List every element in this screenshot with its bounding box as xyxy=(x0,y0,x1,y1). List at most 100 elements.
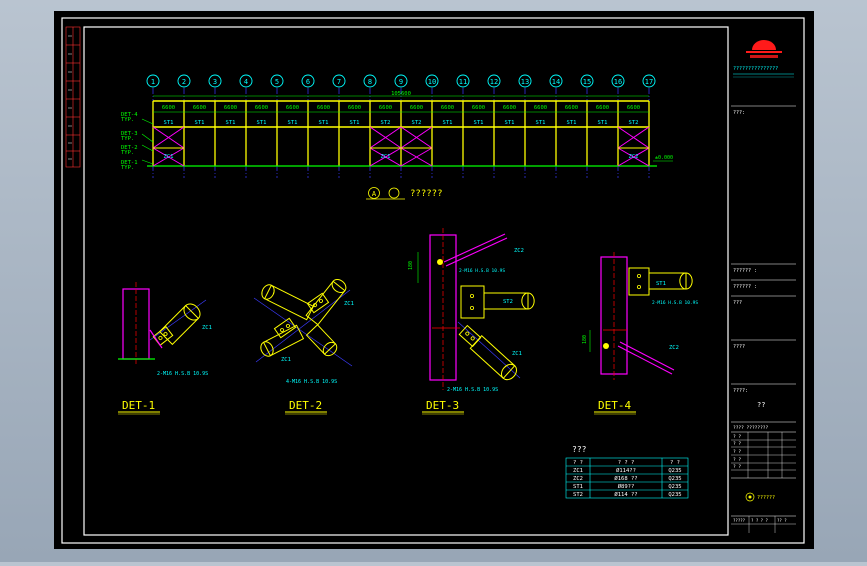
elevation-title-text: ?????? xyxy=(410,189,443,199)
axis-number: 15 xyxy=(583,78,591,86)
det2-title: DET-2 xyxy=(289,399,322,412)
bay-dim-label: 6600 xyxy=(596,105,609,111)
title-row: ? ? xyxy=(733,441,741,447)
bay-member-label: ST1 xyxy=(567,120,577,126)
bay-member-label: ST1 xyxy=(288,120,298,126)
bay-member-label: ST1 xyxy=(598,120,608,126)
table-header-material: ? ? xyxy=(670,460,680,466)
table-row-spec: Ø168 ?? xyxy=(614,475,637,482)
bay-member-label: ST1 xyxy=(164,120,174,126)
axis-number: 2 xyxy=(182,78,186,86)
drawing-sheet xyxy=(54,11,814,549)
detail-label: 2-M16 H.S.B 10.9S xyxy=(447,387,498,393)
axis-number: 3 xyxy=(213,78,217,86)
drawing-label: ????: xyxy=(733,388,748,394)
bay-member-label: ST2 xyxy=(412,120,422,126)
table-row-code: ST2 xyxy=(573,492,583,498)
axis-number: 8 xyxy=(368,78,372,86)
table-row-code: ZC1 xyxy=(573,468,583,474)
brace-member-label: ZC1 xyxy=(164,154,174,160)
bay-dim-label: 6600 xyxy=(565,105,578,111)
det4-title: DET-4 xyxy=(598,399,631,412)
bay-dim-label: 6600 xyxy=(410,105,423,111)
bay-member-label: ST1 xyxy=(505,120,515,126)
detail-label: ZC1 xyxy=(344,301,354,307)
bay-member-label: ST2 xyxy=(629,120,639,126)
bay-member-label: ST1 xyxy=(257,120,267,126)
table-header-code: ? ? xyxy=(573,460,583,466)
table-header-spec: ? ? ? xyxy=(618,460,635,466)
bay-dim-label: 6600 xyxy=(534,105,547,111)
axis-number: 6 xyxy=(306,78,310,86)
table-row-code: ZC2 xyxy=(573,476,583,482)
dim-label: 180 xyxy=(582,335,588,344)
axis-number: 9 xyxy=(399,78,403,86)
company-name: ??????????????? xyxy=(733,66,778,72)
title-row: ? ? xyxy=(733,457,741,463)
title-field-3: ??? xyxy=(733,300,742,306)
bay-member-label: ST2 xyxy=(381,120,391,126)
bay-member-label: ST1 xyxy=(226,120,236,126)
table-row-material: Q235 xyxy=(668,476,681,482)
bay-dim-label: 6600 xyxy=(379,105,392,111)
pin-marker xyxy=(603,343,609,349)
bay-dim-label: 6600 xyxy=(193,105,206,111)
title-row: ? ? xyxy=(733,464,741,470)
bay-dim-label: 6600 xyxy=(162,105,175,111)
brace-member-label: ZC2 xyxy=(629,154,639,160)
bay-member-label: ST1 xyxy=(195,120,205,126)
detail-label: ZC1 xyxy=(202,325,212,331)
approval-stamp-text: ?????? xyxy=(757,495,775,501)
axis-number: 7 xyxy=(337,78,341,86)
axis-number: 10 xyxy=(428,78,436,86)
bay-dim-label: 6600 xyxy=(441,105,454,111)
pin-marker xyxy=(437,259,443,265)
title-sub-header: ???? ???????? xyxy=(733,425,769,431)
detail-label: 4-M16 H.S.B 10.9S xyxy=(286,379,337,385)
bay-member-label: ST1 xyxy=(474,120,484,126)
title-field-4: ???? xyxy=(733,344,745,350)
table-row-spec: Ø89?? xyxy=(618,483,635,490)
cad-viewport[interactable]: 1 2 3 4 5 6 7 8 9 10 11 12 13 14 15 16 17 105600 6600 ST1 66… xyxy=(0,0,867,562)
axis-number: 17 xyxy=(645,78,653,86)
axis-number: 5 xyxy=(275,78,279,86)
axis-number: 11 xyxy=(459,78,467,86)
detail-label: 2-M16 H.S.B 10.9S xyxy=(652,300,698,306)
detail-label: 2-M16 H.S.B 10.9S xyxy=(459,268,505,274)
material-table-title: ??? xyxy=(572,445,587,454)
table-row-spec: Ø114 ?? xyxy=(614,491,637,498)
bay-dim-label: 6600 xyxy=(224,105,237,111)
title-bottom-cell: ?? ? xyxy=(777,518,787,523)
drawing-name: ?? xyxy=(757,401,765,409)
title-bottom-cell: ????? xyxy=(733,518,746,523)
axis-number: 1 xyxy=(151,78,155,86)
table-row-material: Q235 xyxy=(668,484,681,490)
det1-title: DET-1 xyxy=(122,399,155,412)
title-field-1: ?????? : xyxy=(733,268,757,274)
total-dim-label: 105600 xyxy=(391,91,411,97)
bay-member-label: ST1 xyxy=(319,120,329,126)
detail-callout-label: TYP. xyxy=(121,165,134,171)
detail-label: ZC1 xyxy=(512,351,522,357)
title-row: ? ? xyxy=(733,449,741,455)
axis-number: 12 xyxy=(490,78,498,86)
bay-dim-label: 6600 xyxy=(627,105,640,111)
axis-number: 16 xyxy=(614,78,622,86)
table-row-material: Q235 xyxy=(668,468,681,474)
detail-label: 2-M16 H.S.B 10.9S xyxy=(157,371,208,377)
axis-number: 14 xyxy=(552,78,560,86)
axis-number: 4 xyxy=(244,78,248,86)
det3-title: DET-3 xyxy=(426,399,459,412)
title-bottom-cell: ? ? ? ? xyxy=(751,518,768,523)
detail-label: ST2 xyxy=(503,299,513,305)
bay-member-label: ST1 xyxy=(443,120,453,126)
project-label: ???: xyxy=(733,110,745,116)
dim-label: 180 xyxy=(408,261,414,270)
detail-label: ZC2 xyxy=(669,345,679,351)
bay-dim-label: 6600 xyxy=(503,105,516,111)
bay-dim-label: 6600 xyxy=(472,105,485,111)
title-row: ? ? xyxy=(733,434,741,440)
axis-number: 13 xyxy=(521,78,529,86)
bay-member-label: ST1 xyxy=(536,120,546,126)
bay-member-label: ST1 xyxy=(350,120,360,126)
